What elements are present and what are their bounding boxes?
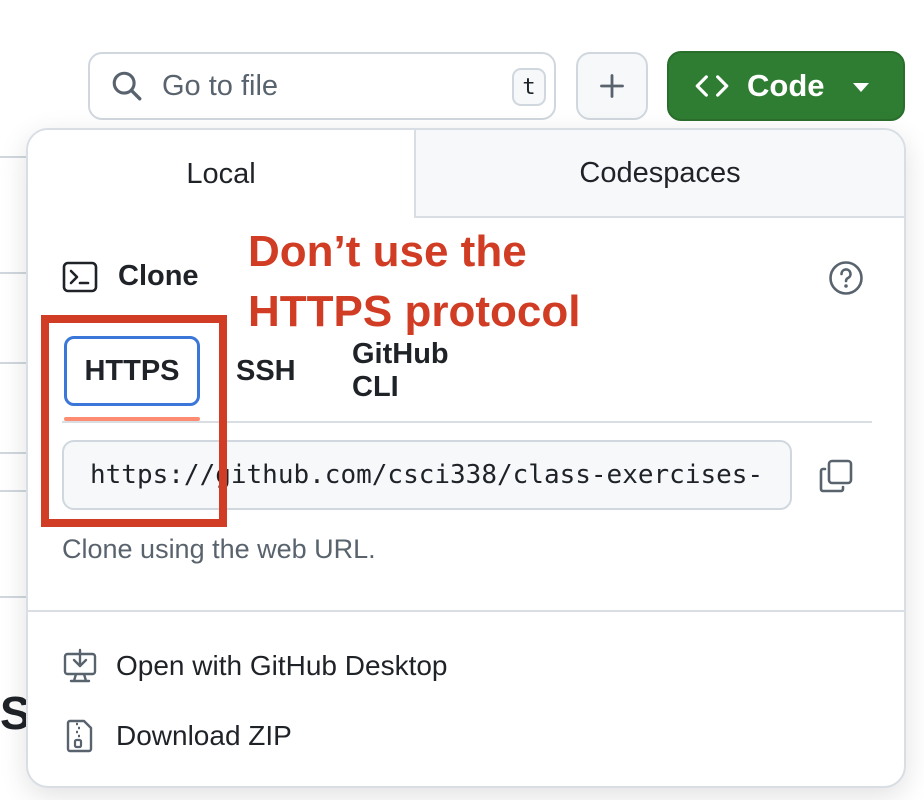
open-with-github-desktop[interactable]: Open with GitHub Desktop (62, 648, 448, 684)
clone-hint-text: Clone using the web URL. (62, 534, 376, 564)
tab-local[interactable]: Local (28, 130, 416, 218)
search-icon (112, 71, 142, 101)
divider (62, 421, 872, 423)
download-zip[interactable]: Download ZIP (62, 718, 292, 754)
clone-header: Clone (62, 260, 199, 293)
tab-github-cli[interactable]: GitHub CLI (352, 336, 449, 406)
question-circle-icon[interactable] (828, 260, 864, 296)
tab-ssh[interactable]: SSH (236, 336, 296, 406)
divider (28, 610, 904, 612)
terminal-icon (62, 261, 98, 292)
go-to-file-search[interactable]: Go to file t (88, 52, 556, 120)
tab-https[interactable]: HTTPS (64, 336, 200, 406)
search-placeholder: Go to file (162, 69, 279, 102)
action-label: Download ZIP (116, 720, 292, 751)
tab-codespaces[interactable]: Codespaces (416, 130, 904, 218)
action-label: Open with GitHub Desktop (116, 650, 448, 681)
clone-popover: Local Codespaces Clone Don’t use the HTT… (26, 128, 906, 788)
file-zip-icon (66, 719, 93, 753)
add-file-button[interactable] (576, 52, 648, 120)
popover-tabs: Local Codespaces (28, 130, 904, 218)
chevron-down-icon (853, 83, 869, 92)
keyboard-shortcut-badge: t (512, 68, 546, 106)
clone-title: Clone (118, 260, 199, 292)
code-dropdown-button[interactable]: Code (667, 51, 905, 121)
copy-icon[interactable] (818, 458, 854, 494)
desktop-download-icon (63, 648, 97, 683)
code-brackets-icon (695, 75, 729, 97)
annotation-text: Don’t use the HTTPS protocol (248, 227, 581, 336)
clone-url-field[interactable]: https://github.com/csci338/class-exercis… (62, 440, 792, 510)
plus-icon (600, 74, 624, 98)
code-button-label: Code (747, 68, 825, 103)
